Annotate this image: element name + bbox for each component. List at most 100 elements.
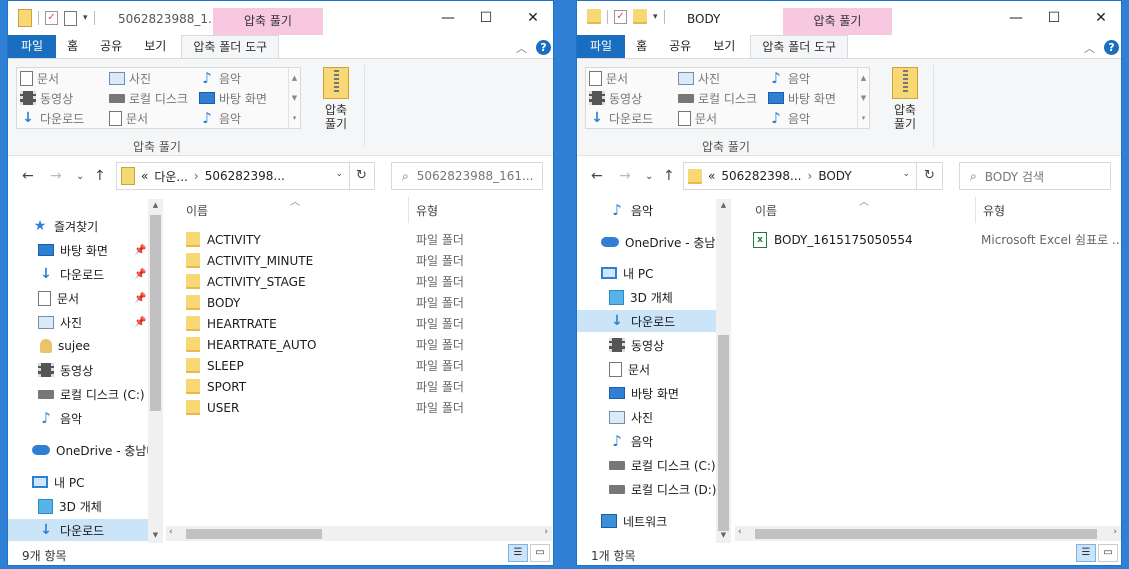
tab-share[interactable]: 공유 [89,35,133,59]
large-icons-view-button[interactable]: ▭ [1098,544,1118,562]
address-dropdown-icon[interactable]: ⌄ [902,169,910,179]
details-view-button[interactable]: ☰ [508,544,528,562]
scroll-right-icon[interactable]: › [1113,527,1117,537]
nav-item-onedrive[interactable]: OneDrive - 충남대 [601,231,727,253]
nav-item-music[interactable]: ♪ 음악 [609,199,653,221]
nav-item-quick-access[interactable]: ★ 즐겨찾기 [32,215,98,237]
file-row[interactable]: x BODY_1615175050554 Microsoft Excel 쉼표로 .… [753,229,1121,250]
gallery-item-music-2[interactable]: ♪ 음악 [768,108,810,128]
column-header-name[interactable]: 이름 [186,202,208,219]
properties-icon[interactable]: ✓ [614,9,627,24]
column-divider[interactable] [408,197,409,223]
help-icon[interactable]: ? [536,40,551,55]
scroll-down-icon[interactable]: ▼ [716,531,731,539]
tab-home[interactable]: 홈 [56,35,89,59]
scrollbar-thumb[interactable] [186,529,322,539]
refresh-button[interactable]: ↻ [349,162,375,190]
file-row[interactable]: BODY 파일 폴더 [186,292,546,313]
properties-icon[interactable]: ✓ [45,11,58,25]
nav-item-3d-objects[interactable]: 3D 개체 [609,286,673,308]
recent-locations-chevron-icon[interactable]: ⌄ [645,171,653,182]
details-view-button[interactable]: ☰ [1076,544,1096,562]
up-button[interactable]: ↑ [663,168,675,184]
nav-item-downloads-pc[interactable]: ↓ 다운로드 [8,519,148,541]
gallery-item-desktop[interactable]: 바탕 화면 [768,88,836,108]
nav-item-documents[interactable]: 문서 [609,358,650,380]
column-divider[interactable] [975,197,976,223]
nav-item-documents[interactable]: 문서 [38,287,79,309]
gallery-item-videos[interactable]: 동영상 [20,88,73,108]
breadcrumb-downloads[interactable]: 다운... [154,168,188,185]
nav-item-downloads[interactable]: ↓ 다운로드 [577,310,716,332]
extract-all-button[interactable]: 압축 풀기 [885,67,925,131]
gallery-item-desktop[interactable]: 바탕 화면 [199,88,267,108]
address-dropdown-icon[interactable]: ⌄ [335,169,343,179]
nav-pane-scrollbar[interactable]: ▲ ▼ [148,199,163,543]
gallery-item-documents[interactable]: 문서 [20,68,59,88]
maximize-button[interactable]: ☐ [1042,7,1066,31]
new-folder-icon[interactable] [633,9,647,24]
gallery-item-documents-2[interactable]: 문서 [678,108,717,128]
gallery-item-music[interactable]: ♪ 음악 [199,68,241,88]
file-row[interactable]: ACTIVITY_STAGE 파일 폴더 [186,271,546,292]
scroll-left-icon[interactable]: ‹ [738,527,742,537]
search-box[interactable]: ⌕ 5062823988_161... [391,162,543,190]
extract-all-button[interactable]: 압축 풀기 [316,67,356,131]
file-row[interactable]: SLEEP 파일 폴더 [186,355,546,376]
nav-item-music-pc[interactable]: ♪ 음악 [609,430,653,452]
nav-item-videos[interactable]: 동영상 [38,359,93,381]
nav-item-this-pc[interactable]: 내 PC [601,262,653,284]
scroll-up-icon[interactable]: ▲ [148,201,163,209]
breadcrumb-zip[interactable]: 506282398... [721,169,801,183]
scroll-left-icon[interactable]: ‹ [169,527,173,537]
scroll-right-icon[interactable]: › [544,527,548,537]
recent-locations-chevron-icon[interactable]: ⌄ [76,171,84,182]
new-folder-icon[interactable] [64,10,77,26]
forward-button[interactable]: → [50,168,62,184]
gallery-scrollbar[interactable]: ▲ ▼ ▾ [288,68,300,128]
nav-item-network[interactable]: 네트워크 [601,510,667,532]
scroll-up-icon[interactable]: ▲ [716,201,731,209]
gallery-item-downloads[interactable]: ↓ 다운로드 [20,108,84,128]
tab-compressed-folder-tools[interactable]: 압축 폴더 도구 [181,35,280,59]
breadcrumb-zip[interactable]: 506282398... [205,169,285,183]
file-row[interactable]: ACTIVITY 파일 폴더 [186,229,546,250]
address-bar[interactable]: « 506282398... › BODY ⌄ [683,162,917,190]
nav-item-music[interactable]: ♪ 음악 [38,407,82,429]
minimize-button[interactable]: — [1004,7,1028,31]
gallery-item-documents-2[interactable]: 문서 [109,108,148,128]
gallery-item-downloads[interactable]: ↓ 다운로드 [589,108,653,128]
nav-item-sujee[interactable]: sujee [40,335,90,357]
column-header-name[interactable]: 이름 [755,202,777,219]
back-button[interactable]: ← [22,168,34,184]
close-button[interactable]: ✕ [521,7,545,31]
file-list-horizontal-scrollbar[interactable]: ‹ › [166,526,552,541]
tab-compressed-folder-tools[interactable]: 압축 폴더 도구 [750,35,849,59]
customize-toolbar-chevron-icon[interactable]: ▾ [83,13,88,23]
nav-item-3d-objects[interactable]: 3D 개체 [38,495,102,517]
file-row[interactable]: SPORT 파일 폴더 [186,376,546,397]
breadcrumb-overflow[interactable]: « [141,169,148,183]
address-bar[interactable]: « 다운... › 506282398... ⌄ [116,162,350,190]
gallery-item-pictures[interactable]: 사진 [678,68,720,88]
gallery-scrollbar[interactable]: ▲ ▼ ▾ [857,68,869,128]
nav-item-videos[interactable]: 동영상 [609,334,664,356]
gallery-item-pictures[interactable]: 사진 [109,68,151,88]
breadcrumb-overflow[interactable]: « [708,169,715,183]
up-button[interactable]: ↑ [94,168,106,184]
tab-view[interactable]: 보기 [702,35,746,59]
file-row[interactable]: USER 파일 폴더 [186,397,546,418]
gallery-item-local-disk[interactable]: 로컬 디스크 [109,88,188,108]
tab-file[interactable]: 파일 [577,35,626,59]
scrollbar-thumb[interactable] [150,215,161,411]
column-header-type[interactable]: 유형 [416,202,438,219]
breadcrumb-body[interactable]: BODY [818,169,851,183]
nav-pane-scrollbar[interactable]: ▲ ▼ [716,199,731,543]
forward-button[interactable]: → [619,168,631,184]
tab-file[interactable]: 파일 [8,35,57,59]
close-button[interactable]: ✕ [1089,7,1113,31]
file-row[interactable]: HEARTRATE 파일 폴더 [186,313,546,334]
customize-toolbar-chevron-icon[interactable]: ▾ [653,12,658,22]
file-row[interactable]: ACTIVITY_MINUTE 파일 폴더 [186,250,546,271]
column-header-type[interactable]: 유형 [983,202,1005,219]
